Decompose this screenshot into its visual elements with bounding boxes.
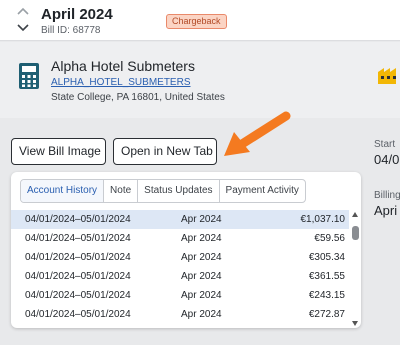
bill-title: April 2024 [41, 6, 113, 23]
start-label: Start [374, 139, 396, 150]
tab-bar: Account History Note Status Updates Paym… [20, 179, 306, 203]
row-date-range: 04/01/2024–05/01/2024 [25, 309, 131, 320]
start-value: 04/0 [374, 152, 400, 167]
row-amount: €59.56 [314, 233, 345, 244]
vendor-link[interactable]: ALPHA_HOTEL_SUBMETERS [51, 77, 191, 88]
tab-payment-activity[interactable]: Payment Activity [220, 180, 305, 202]
scroll-thumb[interactable] [352, 226, 359, 240]
row-date-range: 04/01/2024–05/01/2024 [25, 271, 131, 282]
row-month: Apr 2024 [181, 271, 222, 282]
row-month: Apr 2024 [181, 290, 222, 301]
scroll-up-icon[interactable] [352, 212, 358, 217]
tab-status-updates[interactable]: Status Updates [138, 180, 220, 202]
row-date-range: 04/01/2024–05/01/2024 [25, 233, 131, 244]
factory-icon [378, 68, 396, 84]
table-row[interactable]: 04/01/2024–05/01/2024 Apr 2024 €361.55 [11, 267, 349, 286]
row-month: Apr 2024 [181, 233, 222, 244]
row-amount: €1,037.10 [300, 214, 346, 225]
table-row[interactable]: 04/01/2024–05/01/2024 Apr 2024 €243.15 [11, 286, 349, 305]
bill-id: Bill ID: 68778 [41, 25, 101, 36]
scroll-down-icon[interactable] [352, 321, 358, 326]
calculator-icon [19, 63, 39, 89]
row-month: Apr 2024 [181, 252, 222, 263]
chevron-down-icon[interactable] [17, 24, 29, 32]
row-amount: €272.87 [308, 309, 345, 320]
row-month: Apr 2024 [181, 214, 222, 225]
table-row[interactable]: 04/01/2024–05/01/2024 Apr 2024 €59.56 [11, 229, 349, 248]
row-date-range: 04/01/2024–05/01/2024 [25, 290, 131, 301]
tab-account-history[interactable]: Account History [21, 180, 105, 202]
vendor-address: State College, PA 16801, United States [51, 92, 225, 103]
table-row[interactable]: 04/01/2024–05/01/2024 Apr 2024 €272.87 [11, 305, 349, 324]
history-list: 04/01/2024–05/01/2024 Apr 2024 €1,037.10… [11, 210, 349, 324]
vendor-name: Alpha Hotel Submeters [51, 58, 195, 74]
status-badge: Chargeback [166, 14, 227, 29]
table-row[interactable]: 04/01/2024–05/01/2024 Apr 2024 €305.34 [11, 248, 349, 267]
tab-note[interactable]: Note [104, 180, 139, 202]
open-in-new-tab-button[interactable]: Open in New Tab [113, 138, 217, 165]
row-amount: €243.15 [308, 290, 345, 301]
bill-nav [16, 5, 30, 35]
scrollbar[interactable] [351, 212, 360, 326]
table-row[interactable]: 04/01/2024–05/01/2024 Apr 2024 €1,037.10 [11, 210, 349, 229]
view-bill-image-button[interactable]: View Bill Image [11, 138, 106, 165]
row-date-range: 04/01/2024–05/01/2024 [25, 214, 131, 225]
row-amount: €305.34 [308, 252, 345, 263]
history-panel: Account History Note Status Updates Paym… [11, 172, 361, 328]
chevron-up-icon[interactable] [17, 7, 29, 15]
billing-label: Billing [374, 190, 400, 201]
bill-header: April 2024 Bill ID: 68778 Chargeback [0, 0, 400, 41]
row-amount: €361.55 [308, 271, 345, 282]
callout-arrow-icon [224, 111, 291, 156]
row-date-range: 04/01/2024–05/01/2024 [25, 252, 131, 263]
billing-value: Apri [374, 203, 398, 218]
row-month: Apr 2024 [181, 309, 222, 320]
